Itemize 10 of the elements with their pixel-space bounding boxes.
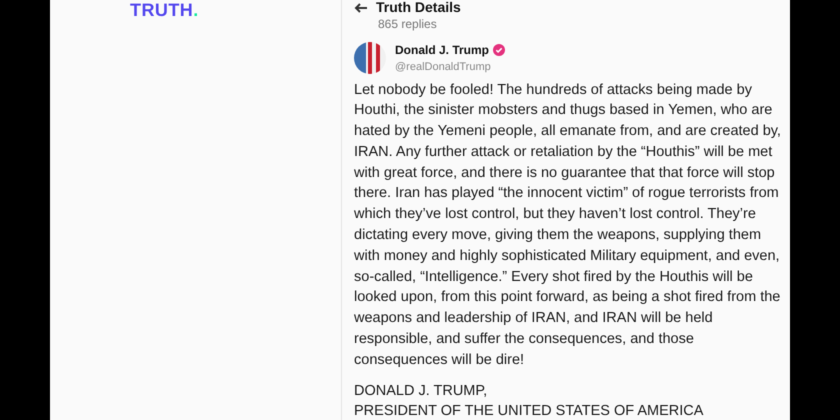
author-name[interactable]: Donald J. Trump bbox=[395, 41, 490, 59]
back-arrow-icon[interactable] bbox=[354, 2, 368, 12]
logo[interactable]: TRUTH. bbox=[130, 1, 341, 19]
avatar[interactable] bbox=[354, 42, 386, 74]
signature-line: DONALD J. TRUMP, bbox=[354, 382, 488, 401]
page-title: Truth Details bbox=[376, 0, 461, 15]
author-handle: @realDonaldTrump bbox=[395, 60, 492, 75]
signature-line: PRESIDENT OF THE UNITED STATES OF AMERICA bbox=[354, 402, 704, 420]
post-text: Let nobody be fooled! The hundreds of attacks being made by Houthi, the sinister mobsters and thugs based in Yemen, who are hated by the Yemeni people, all emanate from, and are created by, IRAN. Any further attack or retaliation by the “Houthis” will be met with great force, and there is no guarantee that that force will stop there. Iran has played “the innocent victim” of rogue terrorists from which they’ve lost control, but they haven’t lost control. They’re dictating every move, giving them the weapons, supplying them with money and highly sophisticated Military equipment, and even, so-called, “Intelligence.” Every shot fired by the Houthis will be looked upon, from this point forward, as being a shot fired from the weapons and leadership of IRAN, and IRAN will be held responsible, and suffer the consequences, and those consequences will be dire! bbox=[354, 80, 782, 370]
reply-count: 865 replies bbox=[377, 16, 438, 33]
